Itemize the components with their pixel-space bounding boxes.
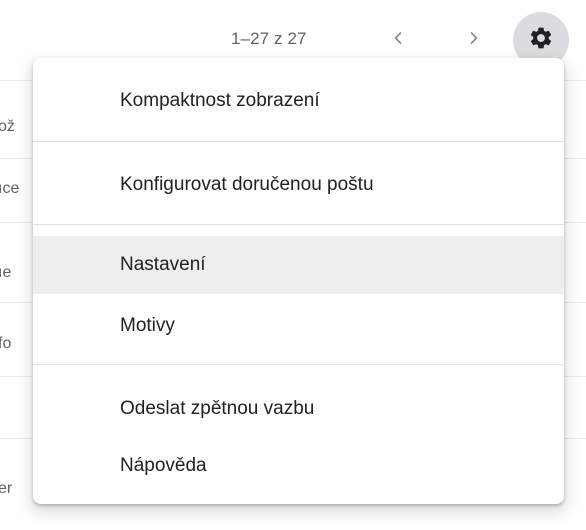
menu-item-configure-inbox[interactable]: Konfigurovat doručenou poštu xyxy=(33,154,564,216)
menu-item-display-density[interactable]: Kompaktnost zobrazení xyxy=(33,70,564,132)
menu-item-label: Motivy xyxy=(120,315,175,336)
menu-item-send-feedback[interactable]: Odeslat zpětnou vazbu xyxy=(33,380,564,438)
menu-item-label: Nastavení xyxy=(120,254,206,275)
pagination-count: 1–27 z 27 xyxy=(231,29,307,48)
chevron-left-icon xyxy=(390,30,406,51)
menu-divider xyxy=(33,224,564,225)
next-page-button[interactable] xyxy=(456,22,492,58)
menu-item-settings[interactable]: Nastavení xyxy=(33,236,564,294)
menu-divider xyxy=(33,364,564,365)
list-item[interactable]: ıce xyxy=(0,180,19,198)
menu-item-help[interactable]: Nápověda xyxy=(33,438,564,494)
menu-item-label: Nápověda xyxy=(120,455,207,476)
menu-divider xyxy=(33,141,564,142)
chevron-right-icon xyxy=(466,30,482,51)
list-item[interactable]: ıe xyxy=(0,264,11,282)
menu-item-label: Odeslat zpětnou vazbu xyxy=(120,398,315,419)
settings-menu: Kompaktnost zobrazení Konfigurovat doruč… xyxy=(33,58,564,504)
menu-item-themes[interactable]: Motivy xyxy=(33,298,564,354)
menu-item-label: Kompaktnost zobrazení xyxy=(120,90,320,111)
previous-page-button[interactable] xyxy=(380,22,416,58)
list-item[interactable]: er xyxy=(0,480,12,498)
gear-icon xyxy=(528,25,554,56)
list-item[interactable]: fo xyxy=(0,335,11,353)
menu-item-label: Konfigurovat doručenou poštu xyxy=(120,174,374,195)
list-item[interactable]: ož xyxy=(0,118,15,136)
